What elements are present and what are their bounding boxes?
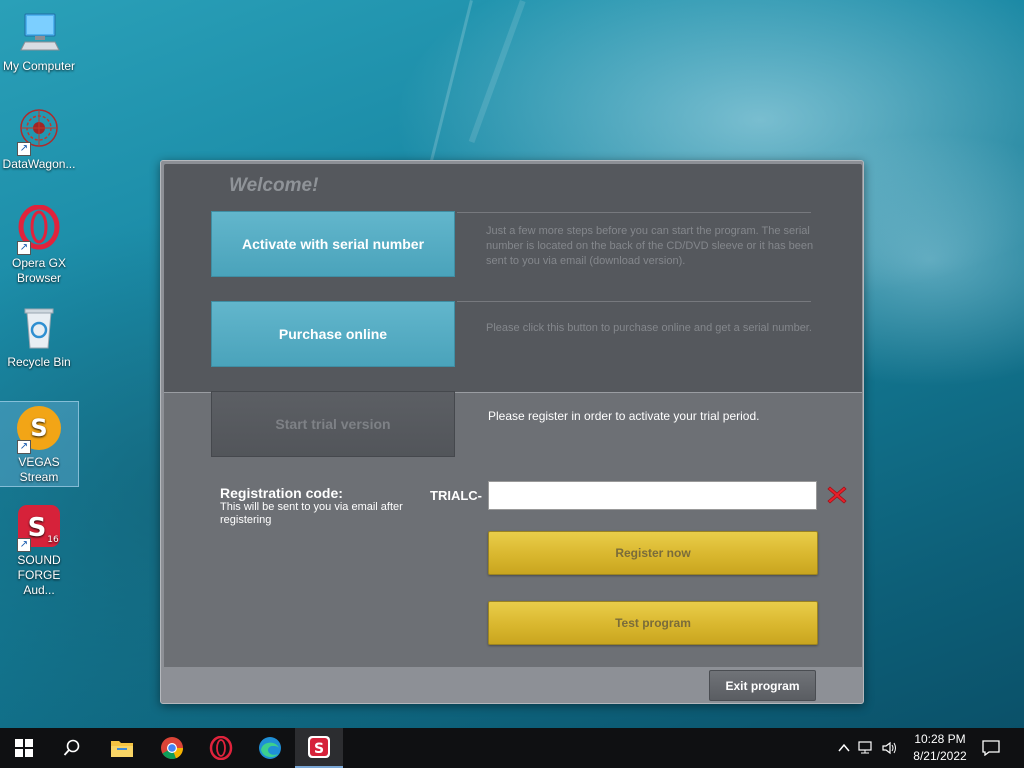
welcome-heading: Welcome! bbox=[229, 175, 319, 196]
notification-icon bbox=[982, 740, 1000, 756]
desktop-icon-label: Recycle Bin bbox=[7, 355, 71, 369]
light-ray bbox=[426, 0, 473, 176]
desktop-icon-label: VEGAS Stream bbox=[18, 455, 60, 484]
recycle-bin-icon bbox=[15, 304, 63, 352]
purchase-description: Please click this button to purchase onl… bbox=[486, 322, 812, 334]
shortcut-arrow-icon: ↗ bbox=[17, 241, 31, 255]
notification-button[interactable] bbox=[968, 728, 1014, 768]
desktop-icon-my-computer[interactable]: My Computer bbox=[0, 8, 78, 74]
edge-icon bbox=[259, 737, 281, 759]
code-prefix: TRIALC- bbox=[430, 488, 482, 503]
volume-icon[interactable] bbox=[882, 741, 898, 755]
svg-text:S: S bbox=[30, 414, 47, 442]
registration-code-title: Registration code: bbox=[220, 485, 343, 501]
computer-icon bbox=[15, 8, 63, 56]
registration-code-subtitle: This will be sent to you via email after… bbox=[220, 501, 403, 526]
purchase-online-button[interactable]: Purchase online bbox=[211, 301, 455, 367]
start-button[interactable] bbox=[0, 728, 48, 768]
taskbar-chrome[interactable] bbox=[148, 728, 196, 768]
activate-serial-button[interactable]: Activate with serial number bbox=[211, 211, 455, 277]
registration-label-group: Registration code: This will be sent to … bbox=[220, 485, 410, 527]
test-program-button[interactable]: Test program bbox=[488, 601, 818, 645]
divider bbox=[457, 301, 811, 302]
desktop-icon-label: Opera GX Browser bbox=[11, 256, 67, 285]
desktop-icon-datawagon[interactable]: ↗ DataWagon... bbox=[0, 106, 78, 172]
network-icon[interactable] bbox=[858, 741, 874, 755]
search-button[interactable] bbox=[48, 728, 96, 768]
shortcut-arrow-icon: ↗ bbox=[17, 142, 31, 156]
system-tray bbox=[838, 728, 898, 768]
desktop-icon-opera-gx[interactable]: ↗ Opera GX Browser bbox=[0, 204, 78, 286]
taskbar-edge[interactable] bbox=[246, 728, 294, 768]
search-icon bbox=[63, 739, 80, 756]
desktop-icon-label: DataWagon... bbox=[2, 157, 76, 171]
exit-program-button[interactable]: Exit program bbox=[709, 670, 816, 701]
taskbar-file-explorer[interactable] bbox=[98, 728, 146, 768]
sound-forge-icon: S bbox=[308, 736, 330, 758]
svg-text:16: 16 bbox=[47, 535, 59, 545]
divider bbox=[457, 212, 811, 213]
desktop-icon-label: My Computer bbox=[2, 59, 76, 73]
taskbar-opera-gx[interactable] bbox=[197, 728, 245, 768]
desktop-icon-recycle-bin[interactable]: Recycle Bin bbox=[0, 304, 78, 370]
taskbar: S 10:28 PM 8/21/2022 bbox=[0, 728, 1024, 768]
registration-dialog: Welcome! Activate with serial number Jus… bbox=[160, 160, 864, 704]
registration-code-input[interactable] bbox=[488, 481, 817, 510]
desktop-icon-label: SOUND FORGE Aud... bbox=[17, 553, 61, 597]
folder-icon bbox=[111, 741, 133, 757]
shortcut-arrow-icon: ↗ bbox=[17, 440, 31, 454]
trial-description: Please register in order to activate you… bbox=[488, 409, 760, 423]
start-trial-button[interactable]: Start trial version bbox=[211, 391, 455, 457]
desktop-icon-vegas-stream[interactable]: S ↗ VEGAS Stream bbox=[0, 401, 79, 487]
vegas-stream-icon: S ↗ bbox=[15, 404, 63, 454]
register-now-button[interactable]: Register now bbox=[488, 531, 818, 575]
shortcut-arrow-icon: ↗ bbox=[17, 538, 31, 552]
opera-gx-icon: ↗ bbox=[15, 204, 63, 255]
activate-description: Just a few more steps before you can sta… bbox=[486, 225, 814, 267]
chrome-icon bbox=[161, 737, 184, 760]
sound-forge-icon: S 16 ↗ bbox=[15, 502, 63, 552]
opera-gx-icon bbox=[209, 736, 233, 760]
light-ray bbox=[468, 0, 526, 144]
taskbar-sound-forge[interactable]: S bbox=[295, 728, 343, 768]
datawagon-icon: ↗ bbox=[15, 106, 63, 156]
chevron-up-icon[interactable] bbox=[838, 743, 850, 753]
svg-text:S: S bbox=[314, 741, 324, 757]
clear-icon[interactable] bbox=[826, 484, 848, 506]
desktop-icon-sound-forge[interactable]: S 16 ↗ SOUND FORGE Aud... bbox=[0, 502, 78, 598]
windows-icon bbox=[15, 739, 33, 757]
